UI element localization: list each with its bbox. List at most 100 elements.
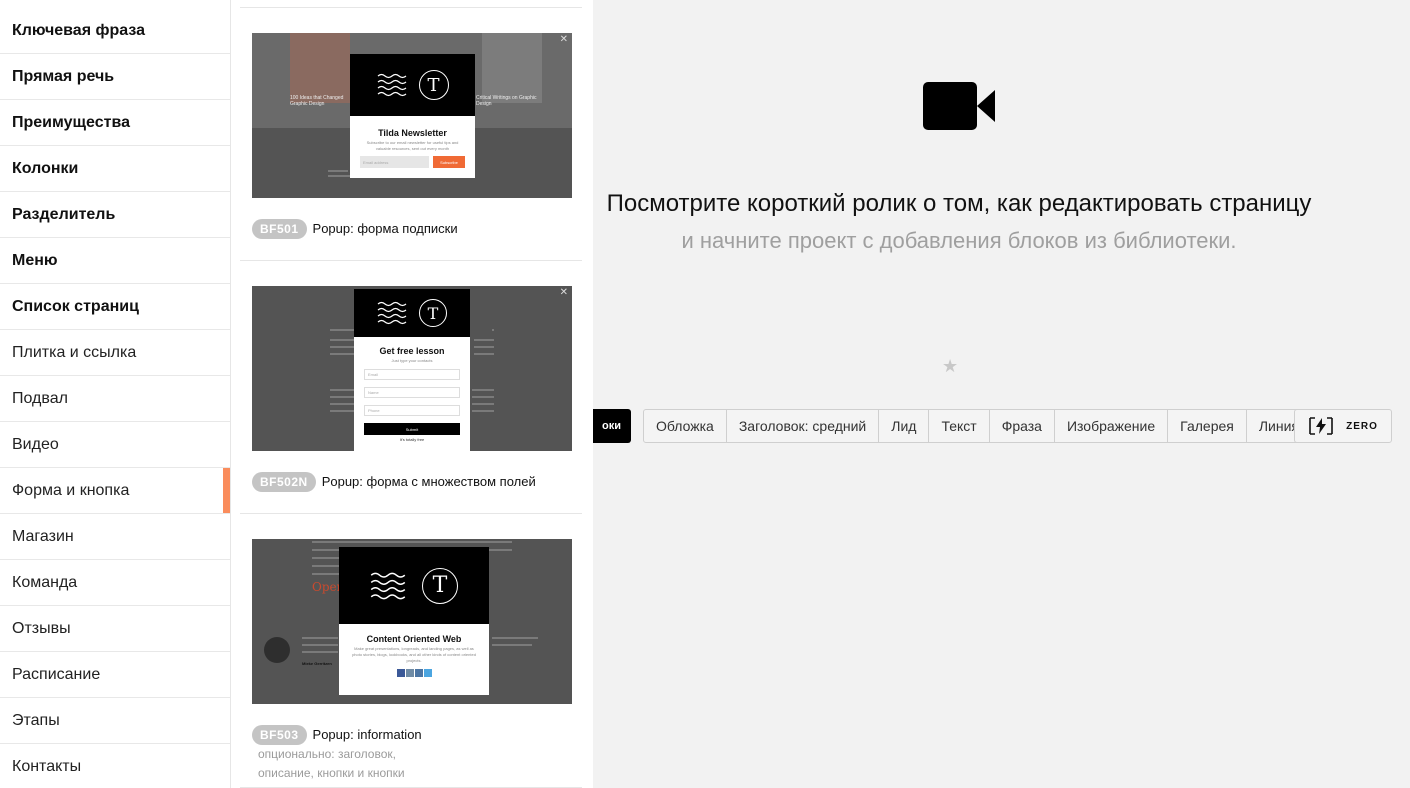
tag-image[interactable]: Изображение <box>1055 410 1169 442</box>
block-card-bf502n[interactable]: ✕ T Get free lesson Just type your conta… <box>240 261 582 514</box>
preview-book-cover <box>290 33 350 103</box>
star-icon[interactable]: ★ <box>942 356 958 377</box>
sidebar-item-menu[interactable]: Меню <box>0 238 230 284</box>
preview-author: Mieke Gerritzen <box>302 661 332 666</box>
preview-text-line <box>312 557 342 559</box>
category-sidebar: Ключевая фраза Прямая речь Преимущества … <box>0 0 231 788</box>
all-blocks-label: оки <box>602 420 621 432</box>
sidebar-item-label: Форма и кнопка <box>12 481 130 499</box>
close-icon: ✕ <box>559 287 568 298</box>
popup-email-field: Email <box>364 369 460 380</box>
waves-icon <box>377 301 407 325</box>
waves-icon <box>370 572 406 599</box>
block-preview-image: Open Mieke Gerritzen T Content Oriented … <box>252 539 572 704</box>
facebook-icon <box>396 669 405 677</box>
preview-text-line <box>330 346 356 348</box>
quick-block-tags: Обложка Заголовок: средний Лид Текст Фра… <box>643 409 1312 443</box>
block-code-badge: BF501 <box>252 219 307 239</box>
sidebar-item-direct-speech[interactable]: Прямая речь <box>0 54 230 100</box>
preview-text-line <box>474 339 494 341</box>
sidebar-item-label: Видео <box>12 435 59 453</box>
sidebar-item-label: Команда <box>12 573 78 591</box>
preview-text-line <box>312 573 342 575</box>
sidebar-item-label: Расписание <box>12 665 101 683</box>
video-camera-icon[interactable] <box>923 82 995 130</box>
popup-phone-field: Phone <box>364 405 460 416</box>
block-label: BF501 Popup: форма подписки <box>252 219 458 239</box>
block-preview-image: 100 Ideas that Changed Graphic Design Cr… <box>252 33 572 198</box>
preview-text-line <box>492 644 532 646</box>
sidebar-item-columns[interactable]: Колонки <box>0 146 230 192</box>
vk-icon <box>414 669 423 677</box>
popup-header: T <box>354 289 470 337</box>
sidebar-item-team[interactable]: Команда <box>0 560 230 606</box>
tag-phrase[interactable]: Фраза <box>990 410 1055 442</box>
popup-footnote: It's totally free <box>399 437 425 442</box>
waves-icon <box>377 73 406 97</box>
sidebar-item-label: Разделитель <box>12 205 116 223</box>
preview-text-line <box>330 339 356 341</box>
sidebar-item-schedule[interactable]: Расписание <box>0 652 230 698</box>
tilda-logo-icon: T <box>418 70 449 100</box>
preview-text-line <box>312 541 512 543</box>
popup-preview: T Tilda Newsletter Subscribe to our emai… <box>350 54 475 178</box>
preview-text-line <box>328 170 348 172</box>
tag-gallery[interactable]: Галерея <box>1168 410 1247 442</box>
sidebar-item-label: Преимущества <box>12 113 130 131</box>
sidebar-item-label: Список страниц <box>12 297 139 315</box>
intro-subline: и начните проект с добавления блоков из … <box>681 228 1237 253</box>
preview-book-cover <box>482 33 542 103</box>
tag-header-medium[interactable]: Заголовок: средний <box>727 410 880 442</box>
preview-text-line <box>474 346 494 348</box>
main-area: Посмотрите короткий ролик о том, как ред… <box>593 0 1410 788</box>
block-name: Popup: форма подписки <box>312 221 458 236</box>
sidebar-item-reviews[interactable]: Отзывы <box>0 606 230 652</box>
tilda-logo-icon: T <box>419 299 447 327</box>
sidebar-item-contacts[interactable]: Контакты <box>0 744 230 788</box>
close-icon: ✕ <box>559 34 568 45</box>
sidebar-item-shop[interactable]: Магазин <box>0 514 230 560</box>
sidebar-item-footer[interactable]: Подвал <box>0 376 230 422</box>
popup-title: Tilda Newsletter <box>378 128 447 138</box>
sidebar-item-label: Ключевая фраза <box>12 21 145 39</box>
tag-lead[interactable]: Лид <box>879 410 930 442</box>
sidebar-item-form-button[interactable]: Форма и кнопка <box>0 468 230 514</box>
sidebar-item-label: Отзывы <box>12 619 71 637</box>
preview-text-line <box>330 396 354 398</box>
block-label: BF502N Popup: форма с множеством полей <box>252 472 536 492</box>
popup-subtitle: Make great presentations, longreads, and… <box>352 646 476 663</box>
sidebar-item-key-phrase[interactable]: Ключевая фраза <box>0 0 230 54</box>
sidebar-item-label: Подвал <box>12 389 68 407</box>
zero-block-icon <box>1309 417 1333 435</box>
popup-preview: T Content Oriented Web Make great presen… <box>339 547 489 695</box>
sidebar-item-advantages[interactable]: Преимущества <box>0 100 230 146</box>
zero-label: ZERO <box>1346 420 1378 432</box>
block-card-bf503[interactable]: Open Mieke Gerritzen T Content Oriented … <box>240 514 582 788</box>
preview-text-line <box>330 389 354 391</box>
block-description: опционально: заголовок, описание, кнопки… <box>258 747 405 788</box>
preview-text-line <box>302 651 338 653</box>
sidebar-item-tile-link[interactable]: Плитка и ссылка <box>0 330 230 376</box>
sidebar-item-divider[interactable]: Разделитель <box>0 192 230 238</box>
preview-caption: 100 Ideas that Changed Graphic Design <box>290 95 344 107</box>
popup-share-buttons <box>339 669 489 677</box>
block-preview-image: ✕ T Get free lesson Just type your conta… <box>252 286 572 451</box>
sidebar-item-steps[interactable]: Этапы <box>0 698 230 744</box>
block-card-bf501[interactable]: 100 Ideas that Changed Graphic Design Cr… <box>240 8 582 261</box>
tilda-logo-icon: T <box>422 567 458 604</box>
popup-subtitle: Just type your contacts <box>391 358 433 363</box>
preview-text-line <box>302 637 338 639</box>
all-blocks-button[interactable]: оки <box>593 409 631 443</box>
tag-text[interactable]: Текст <box>929 410 990 442</box>
zero-block-button[interactable]: ZERO <box>1294 409 1392 443</box>
preview-text-line <box>472 389 494 391</box>
sidebar-item-page-list[interactable]: Список страниц <box>0 284 230 330</box>
popup-title: Content Oriented Web <box>366 634 462 644</box>
preview-caption: Critical Writings on Graphic Design <box>476 95 537 107</box>
popup-subtitle: Subscribe to our email newsletter for us… <box>366 140 459 151</box>
preview-text-line <box>330 403 354 405</box>
preview-text-line <box>312 565 342 567</box>
tag-cover[interactable]: Обложка <box>644 410 727 442</box>
preview-text-line <box>328 175 350 177</box>
sidebar-item-video[interactable]: Видео <box>0 422 230 468</box>
